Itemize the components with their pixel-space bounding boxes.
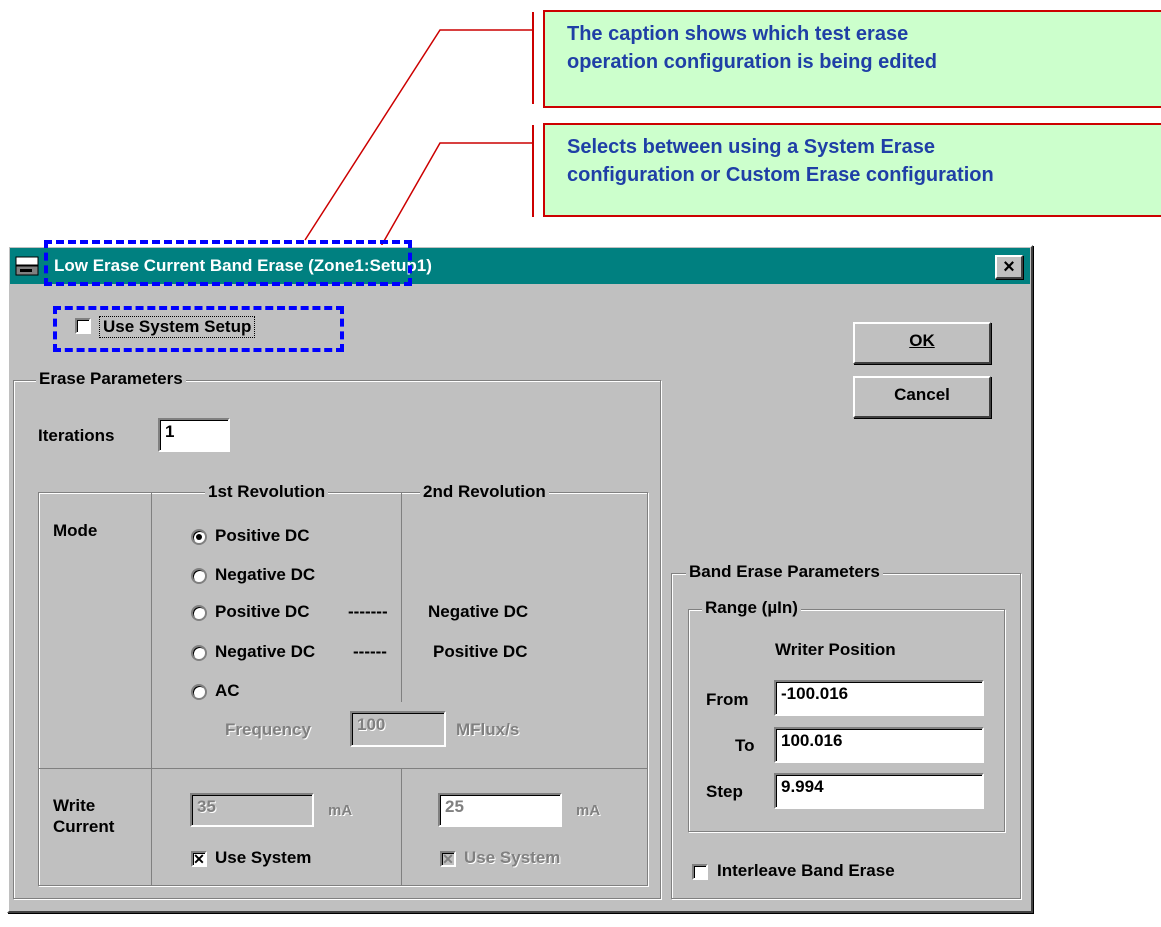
- radio-ac[interactable]: [191, 684, 207, 700]
- to-input[interactable]: 100.016: [774, 727, 984, 763]
- mode-option-negative-dc[interactable]: Negative DC: [215, 565, 315, 585]
- close-button[interactable]: ×: [995, 255, 1023, 279]
- mode-option-positive-dc[interactable]: Positive DC: [215, 526, 309, 546]
- frequency-unit: MFlux/s: [456, 720, 520, 739]
- use-system-1-check-icon: ✕: [193, 851, 205, 867]
- mode-dash-1: -------: [348, 602, 388, 621]
- use-system-2-label: Use System: [464, 848, 561, 867]
- from-label: From: [706, 690, 749, 709]
- caption-highlight: [44, 240, 412, 286]
- mode-dash-2: ------: [353, 642, 387, 661]
- mode-col-divider: [151, 492, 152, 886]
- frequency-input[interactable]: 100: [350, 711, 446, 747]
- mode-second-positive-dc: Positive DC: [433, 642, 528, 661]
- write-current-2-unit: mA: [576, 802, 601, 819]
- use-system-2-checkbox[interactable]: ✕: [440, 851, 456, 867]
- cancel-button-label: Cancel: [894, 385, 950, 404]
- ok-button[interactable]: OK: [853, 322, 991, 364]
- erase-parameters-legend: Erase Parameters: [36, 369, 186, 389]
- to-label: To: [735, 736, 755, 755]
- write-current-1-unit: mA: [328, 802, 353, 819]
- cancel-button[interactable]: Cancel: [853, 376, 991, 418]
- use-system-setup-label[interactable]: Use System Setup: [99, 316, 256, 338]
- first-revolution-label: 1st Revolution: [205, 482, 329, 502]
- radio-positive-dc[interactable]: [191, 529, 207, 545]
- write-current-divider: [401, 768, 402, 886]
- iterations-label: Iterations: [38, 426, 115, 445]
- use-system-setup-checkbox[interactable]: [75, 318, 91, 334]
- write-current-1-input[interactable]: 35: [190, 793, 314, 827]
- interleave-band-erase-label[interactable]: Interleave Band Erase: [717, 861, 895, 881]
- revolution-divider: [401, 492, 402, 702]
- range-legend: Range (µIn): [702, 598, 801, 618]
- use-system-2-check-icon: ✕: [442, 851, 454, 867]
- band-erase-legend: Band Erase Parameters: [686, 562, 883, 582]
- ok-button-label: OK: [909, 331, 935, 350]
- use-system-1-checkbox[interactable]: ✕: [191, 851, 207, 867]
- step-input[interactable]: 9.994: [774, 773, 984, 809]
- radio-negative-dc[interactable]: [191, 568, 207, 584]
- write-current-label-line1: Write: [53, 796, 96, 815]
- use-system-1-label[interactable]: Use System: [215, 848, 311, 868]
- write-current-2-input[interactable]: 25: [438, 793, 562, 827]
- write-current-label-line2: Current: [53, 817, 115, 836]
- close-icon: ×: [1003, 256, 1015, 278]
- radio-positive-negative-dc[interactable]: [191, 605, 207, 621]
- mode-option-negative-positive-dc[interactable]: Negative DC: [215, 642, 315, 662]
- mode-row-divider: [38, 768, 648, 769]
- step-label: Step: [706, 782, 743, 801]
- writer-position-label: Writer Position: [775, 640, 896, 659]
- frequency-label: Frequency: [225, 720, 311, 739]
- from-input[interactable]: -100.016: [774, 680, 984, 716]
- mode-option-positive-negative-dc[interactable]: Positive DC: [215, 602, 309, 622]
- interleave-band-erase-checkbox[interactable]: [692, 864, 708, 880]
- mode-second-negative-dc: Negative DC: [428, 602, 529, 621]
- leader-line-caption: [304, 29, 532, 241]
- radio-negative-positive-dc[interactable]: [191, 645, 207, 661]
- mode-option-ac[interactable]: AC: [215, 681, 240, 701]
- mode-label: Mode: [53, 521, 98, 540]
- second-revolution-label: 2nd Revolution: [420, 482, 549, 502]
- iterations-input[interactable]: 1: [158, 418, 230, 452]
- app-icon: [14, 255, 42, 279]
